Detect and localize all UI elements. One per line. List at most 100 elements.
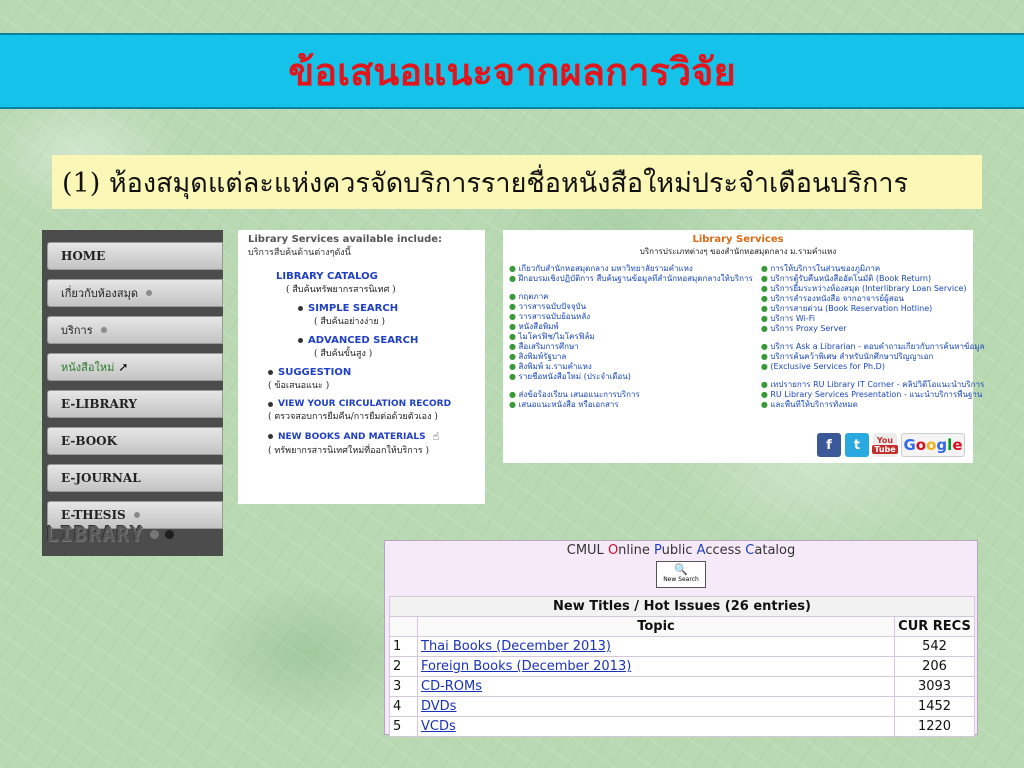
bullet-icon: ● bbox=[509, 302, 519, 311]
menu-item-e-book[interactable]: E-BOOK bbox=[47, 427, 223, 455]
ru-service-link[interactable]: ● บริการค้นคว้าพิเศษ สำหรับนักศึกษาปริญญ… bbox=[761, 352, 985, 362]
library-logo: LIBRARY bbox=[46, 516, 219, 552]
menu-item-home[interactable]: HOME bbox=[47, 242, 223, 270]
bullet-icon: ● bbox=[509, 400, 519, 409]
row-number: 5 bbox=[389, 716, 418, 737]
youtube-icon[interactable]: You Tube bbox=[872, 433, 898, 457]
ru-service-link[interactable]: ● บริการสำรองหนังสือ จากอาจารย์ผู้สอน bbox=[761, 294, 985, 304]
library-logo-text: LIBRARY bbox=[46, 522, 145, 546]
dot-icon bbox=[165, 529, 175, 539]
ru-service-link[interactable]: ● บริการ Wi-Fi bbox=[761, 314, 985, 324]
ru-service-link[interactable]: ● ฝึกอบรมเชิงปฏิบัติการ สืบค้นฐานข้อมูลท… bbox=[509, 274, 753, 284]
bullet-icon: ● bbox=[509, 322, 519, 331]
library-services-panel: Library Services available include: บริก… bbox=[238, 230, 485, 504]
dot-icon bbox=[150, 529, 160, 539]
bullet-icon: ● bbox=[760, 264, 771, 273]
services-title: Library Services available include: bbox=[248, 234, 443, 245]
social-links: f t You Tube Google bbox=[817, 433, 965, 457]
ru-services-subtitle: บริการประเภทต่างๆ ของสำนักหอสมุดกลาง ม.ร… bbox=[639, 247, 837, 256]
ru-service-link[interactable]: ● เสนอแนะหนังสือ หรือเอกสาร bbox=[509, 400, 753, 410]
bullet-icon: ● bbox=[509, 292, 519, 301]
ru-services-title: Library Services bbox=[692, 234, 784, 245]
ru-service-link[interactable]: ● บริการตู้รับคืนหนังสืออัตโนมัติ (Book … bbox=[761, 274, 985, 284]
magnifier-icon: 🔍 bbox=[674, 563, 688, 576]
slide-subtitle-box: (1) ห้องสมุดแต่ละแห่งควรจัดบริการรายชื่อ… bbox=[52, 155, 982, 209]
bullet-icon bbox=[268, 370, 273, 375]
google-maps-icon[interactable]: Google bbox=[901, 433, 965, 457]
ru-service-link[interactable]: ● การให้บริการในส่วนของภูมิภาค bbox=[761, 264, 985, 274]
ru-service-link[interactable]: ● บริการยืมระหว่างห้องสมุด (Interlibrary… bbox=[761, 284, 985, 294]
menu-item-label: หนังสือใหม่ bbox=[61, 361, 115, 374]
new-search-button[interactable]: 🔍 New Search bbox=[656, 561, 706, 588]
ru-service-link[interactable]: ● รายชื่อหนังสือใหม่ (ประจำเดือน) bbox=[509, 372, 753, 382]
ru-service-link[interactable]: ● วารสารฉบับปัจจุบัน bbox=[509, 302, 753, 312]
advanced-search-desc: ( สืบค้นขั้นสูง ) bbox=[314, 349, 373, 359]
hand-cursor-icon: ☝ bbox=[432, 430, 440, 443]
library-catalog-desc: ( สืบค้นทรัพยากรสารนิเทศ ) bbox=[286, 285, 396, 295]
simple-search-desc: ( สืบค้นอย่างง่าย ) bbox=[314, 317, 385, 327]
ru-service-link[interactable]: ● สิ่งพิมพ์รัฐบาล bbox=[509, 352, 753, 362]
bullet-icon: ● bbox=[509, 274, 519, 283]
bullet-icon bbox=[298, 338, 303, 343]
column-header-cur-recs: CUR RECS bbox=[894, 616, 975, 637]
topic-link[interactable]: CD-ROMs bbox=[421, 679, 482, 694]
facebook-icon[interactable]: f bbox=[817, 433, 841, 457]
row-number: 4 bbox=[389, 696, 418, 717]
bullet-icon: ● bbox=[760, 362, 771, 371]
menu-item-about[interactable]: เกี่ยวกับห้องสมุด bbox=[47, 279, 223, 307]
ru-service-link[interactable]: ● ไมโครฟิช/ไมโครฟิล์ม bbox=[509, 332, 753, 342]
slide-title: ข้อเสนอแนะจากผลการวิจัย bbox=[288, 48, 736, 94]
dot-icon bbox=[100, 327, 107, 333]
ru-service-link[interactable]: ● เทปรายการ RU Library IT Corner - คลิปว… bbox=[761, 380, 985, 390]
ru-service-link[interactable]: ● วารสารฉบับย้อนหลัง bbox=[509, 312, 753, 322]
menu-item-new-books[interactable]: หนังสือใหม่ ➚ bbox=[47, 353, 223, 381]
new-books-desc: ( ทรัพยากรสารนิเทศใหม่ที่ออกให้บริการ ) bbox=[268, 446, 429, 456]
ru-service-link[interactable]: ● บริการสายด่วน (Book Reservation Hotlin… bbox=[761, 304, 985, 314]
column-header-topic: Topic bbox=[417, 616, 895, 637]
suggestion-link[interactable]: SUGGESTION bbox=[278, 367, 351, 378]
slide-subtitle: (1) ห้องสมุดแต่ละแห่งควรจัดบริการรายชื่อ… bbox=[62, 167, 909, 199]
dot-icon bbox=[146, 290, 153, 296]
ru-service-link[interactable]: ● หนังสือพิมพ์ bbox=[509, 322, 753, 332]
simple-search-link[interactable]: SIMPLE SEARCH bbox=[308, 303, 398, 314]
topic-link[interactable]: VCDs bbox=[421, 719, 456, 734]
bullet-icon: ● bbox=[760, 400, 771, 409]
advanced-search-link[interactable]: ADVANCED SEARCH bbox=[308, 335, 418, 346]
cur-recs-value: 206 bbox=[894, 656, 975, 677]
topic-link[interactable]: DVDs bbox=[421, 699, 456, 714]
bullet-icon: ● bbox=[509, 362, 519, 371]
table-row: 1 Thai Books (December 2013) 542 bbox=[389, 636, 975, 657]
ru-service-link[interactable]: ● และพื้นที่ให้บริการทั้งหมด bbox=[761, 400, 985, 410]
bullet-icon: ● bbox=[509, 352, 519, 361]
library-catalog-link[interactable]: LIBRARY CATALOG bbox=[276, 271, 378, 282]
ru-service-link[interactable]: ● สื่อเสริมการศึกษา bbox=[509, 342, 753, 352]
menu-item-e-journal[interactable]: E-JOURNAL bbox=[47, 464, 223, 492]
circulation-record-link[interactable]: VIEW YOUR CIRCULATION RECORD bbox=[278, 399, 451, 409]
bullet-icon: ● bbox=[760, 304, 771, 313]
twitter-icon[interactable]: t bbox=[845, 433, 869, 457]
ru-service-link[interactable]: ● บริการ Ask a Librarian - ตอบคำถามเกี่ย… bbox=[761, 342, 985, 352]
menu-item-label: E-LIBRARY bbox=[61, 397, 137, 411]
ru-service-link[interactable]: ● เกี่ยวกับสำนักหอสมุดกลาง มหาวิทยาลัยรา… bbox=[509, 264, 753, 274]
topic-link[interactable]: Foreign Books (December 2013) bbox=[421, 659, 631, 674]
menu-item-label: E-BOOK bbox=[61, 434, 118, 448]
mouse-cursor-icon: ➚ bbox=[118, 360, 129, 374]
ru-right-column: ● การให้บริการในส่วนของภูมิภาค ● บริการตู… bbox=[761, 264, 985, 410]
bullet-icon: ● bbox=[760, 294, 771, 303]
ru-service-link[interactable]: ● RU Library Services Presentation - แนะ… bbox=[761, 390, 985, 400]
bullet-icon: ● bbox=[760, 380, 771, 389]
bullet-icon: ● bbox=[509, 390, 519, 399]
ru-service-link[interactable]: ● ส่งข้อร้องเรียน เสนอแนะการบริการ bbox=[509, 390, 753, 400]
topic-link[interactable]: Thai Books (December 2013) bbox=[421, 639, 611, 654]
new-titles-table: New Titles / Hot Issues (26 entries) Top… bbox=[389, 596, 975, 737]
bullet-icon: ● bbox=[509, 372, 519, 381]
library-nav-menu: HOME เกี่ยวกับห้องสมุด บริการ หนังสือใหม… bbox=[42, 230, 223, 556]
menu-item-e-library[interactable]: E-LIBRARY bbox=[47, 390, 223, 418]
ru-left-column: ● เกี่ยวกับสำนักหอสมุดกลาง มหาวิทยาลัยรา… bbox=[509, 264, 753, 410]
ru-service-link[interactable]: ● บริการ Proxy Server bbox=[761, 324, 985, 334]
menu-item-services[interactable]: บริการ bbox=[47, 316, 223, 344]
ru-service-link[interactable]: ● สิ่งพิมพ์ ม.รามคำแหง bbox=[509, 362, 753, 372]
ru-service-link[interactable]: ● กฤตภาค bbox=[509, 292, 753, 302]
new-books-link[interactable]: NEW BOOKS AND MATERIALS bbox=[278, 432, 426, 442]
ru-service-link[interactable]: ● (Exclusive Services for Ph.D) bbox=[761, 362, 985, 372]
